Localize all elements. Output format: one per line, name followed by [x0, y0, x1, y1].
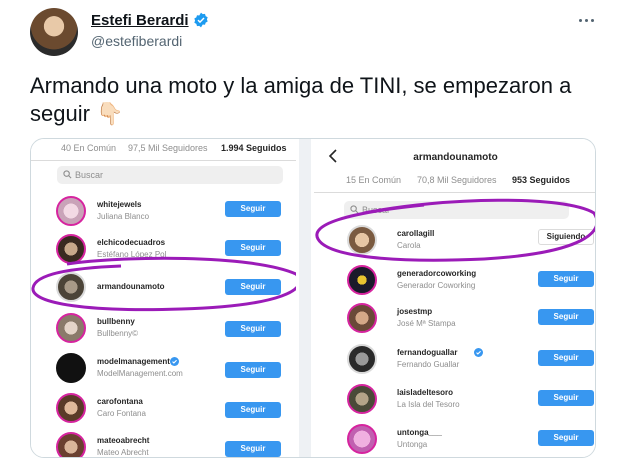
tab-in-common[interactable]: 40 En Común	[61, 143, 116, 153]
full-name: Generador Coworking	[397, 281, 476, 290]
follow-button[interactable]: Seguir	[225, 240, 281, 256]
follow-button[interactable]: Seguir	[538, 390, 594, 406]
username[interactable]: whitejewels	[97, 200, 141, 209]
full-name: ModelManagement.com	[97, 369, 183, 378]
full-name: Juliana Blanco	[97, 212, 150, 221]
tab-following[interactable]: 1.994 Seguidos	[221, 143, 287, 153]
list-item[interactable]: mateoabrecht Mateo Abrecht Seguir	[31, 428, 296, 457]
full-name: Mateo Abrecht	[97, 448, 149, 457]
list-item[interactable]: carofontana Caro Fontana Seguir	[31, 389, 296, 427]
username[interactable]: armandounamoto	[97, 282, 165, 291]
search-icon	[350, 205, 359, 214]
list-item[interactable]: untonga___ Untonga Seguir	[314, 420, 595, 457]
username[interactable]: bullbenny	[97, 317, 135, 326]
list-item[interactable]: bullbenny Bullbenny© Seguir	[31, 309, 296, 347]
follow-button[interactable]: Seguir	[225, 321, 281, 337]
tweet-media[interactable]: 40 En Común 97,5 Mil Seguidores 1.994 Se…	[30, 138, 596, 458]
avatar[interactable]	[56, 432, 86, 457]
author-name[interactable]: Estefi Berardi	[91, 12, 189, 29]
full-name: Carola	[397, 241, 421, 250]
search-placeholder: Buscar	[75, 170, 104, 180]
follow-button[interactable]: Seguir	[225, 201, 281, 217]
avatar[interactable]	[347, 303, 377, 333]
verified-badge-icon	[170, 357, 179, 366]
full-name: La Isla del Tesoro	[397, 400, 460, 409]
follow-button[interactable]: Seguir	[225, 279, 281, 295]
avatar[interactable]	[56, 196, 86, 226]
username[interactable]: generadorcoworking	[397, 269, 476, 278]
list-item[interactable]: whitejewels Juliana Blanco Seguir	[31, 192, 296, 230]
search-input[interactable]: Buscar	[57, 166, 283, 184]
tab-following[interactable]: 953 Seguidos	[512, 175, 570, 185]
verified-badge-icon	[194, 12, 208, 28]
avatar[interactable]	[347, 424, 377, 454]
verified-badge-icon	[474, 348, 483, 357]
username[interactable]: laisladeltesoro	[397, 388, 453, 397]
username[interactable]: untonga___	[397, 428, 442, 437]
list-item[interactable]: carollagill Carola Siguiendo	[314, 221, 595, 259]
username[interactable]: elchicodecuadros	[97, 238, 165, 247]
full-name: Caro Fontana	[97, 409, 146, 418]
full-name: Estéfano López Pol	[97, 250, 167, 259]
search-placeholder: Buscar	[362, 205, 391, 215]
full-name: Bullbenny©	[97, 329, 139, 338]
tab-in-common[interactable]: 15 En Común	[346, 175, 401, 185]
author-handle[interactable]: @estefiberardi	[91, 33, 182, 49]
avatar[interactable]	[347, 265, 377, 295]
follow-button[interactable]: Seguir	[225, 441, 281, 457]
list-item[interactable]: armandounamoto Seguir	[31, 268, 296, 306]
tabs-divider	[314, 192, 595, 193]
follow-button[interactable]: Seguir	[538, 430, 594, 446]
username[interactable]: mateoabrecht	[97, 436, 149, 445]
avatar[interactable]	[347, 225, 377, 255]
list-item[interactable]: josestmp José Mª Stampa Seguir	[314, 299, 595, 337]
instagram-following-screenshot-right: armandounamoto 15 En Común 70,8 Mil Segu…	[314, 139, 595, 457]
search-icon	[63, 170, 72, 179]
full-name: Fernando Guallar	[397, 360, 460, 369]
follow-tabs: 15 En Común 70,8 Mil Seguidores 953 Segu…	[314, 171, 595, 193]
more-options-icon[interactable]	[574, 10, 598, 30]
following-button[interactable]: Siguiendo	[538, 229, 594, 245]
username[interactable]: modelmanagement	[97, 357, 170, 366]
avatar[interactable]	[56, 393, 86, 423]
tab-followers[interactable]: 70,8 Mil Seguidores	[417, 175, 497, 185]
follow-button[interactable]: Seguir	[538, 309, 594, 325]
avatar[interactable]	[347, 384, 377, 414]
follow-button[interactable]: Seguir	[538, 350, 594, 366]
tweet-text: Armando una moto y la amiga de TINI, se …	[30, 73, 572, 126]
tabs-divider	[31, 160, 296, 161]
list-item[interactable]: generadorcoworking Generador Coworking S…	[314, 261, 595, 299]
follow-button[interactable]: Seguir	[538, 271, 594, 287]
image-divider	[299, 139, 311, 457]
avatar[interactable]	[347, 344, 377, 374]
tab-followers[interactable]: 97,5 Mil Seguidores	[128, 143, 208, 153]
username[interactable]: carollagill	[397, 229, 434, 238]
list-item[interactable]: elchicodecuadros Estéfano López Pol Segu…	[31, 230, 296, 268]
avatar[interactable]	[56, 234, 86, 264]
follow-button[interactable]: Seguir	[225, 362, 281, 378]
full-name: Untonga	[397, 440, 428, 449]
avatar[interactable]	[56, 313, 86, 343]
full-name: José Mª Stampa	[397, 319, 456, 328]
username[interactable]: josestmp	[397, 307, 432, 316]
username[interactable]: carofontana	[97, 397, 143, 406]
list-item[interactable]: laisladeltesoro La Isla del Tesoro Segui…	[314, 380, 595, 418]
list-item[interactable]: fernandoguallar Fernando Guallar Seguir	[314, 340, 595, 378]
author-avatar[interactable]	[30, 8, 78, 56]
instagram-following-screenshot-left: 40 En Común 97,5 Mil Seguidores 1.994 Se…	[31, 139, 296, 457]
avatar[interactable]	[56, 272, 86, 302]
tweet-header: Estefi Berardi @estefiberardi	[0, 0, 638, 60]
follow-tabs: 40 En Común 97,5 Mil Seguidores 1.994 Se…	[31, 139, 296, 161]
list-item[interactable]: modelmanagement ModelManagement.com Segu…	[31, 349, 296, 387]
avatar[interactable]	[56, 353, 86, 383]
follow-button[interactable]: Seguir	[225, 402, 281, 418]
search-input[interactable]: Buscar	[344, 201, 569, 219]
username[interactable]: fernandoguallar	[397, 348, 457, 357]
profile-title: armandounamoto	[413, 152, 498, 163]
